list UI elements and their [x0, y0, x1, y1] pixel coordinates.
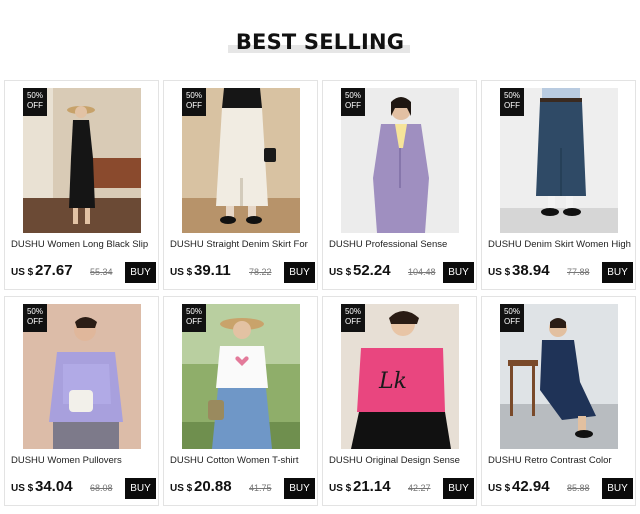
sale-price: 20.88	[194, 478, 232, 495]
discount-badge: 50% OFF	[182, 304, 206, 332]
discount-badge: 50% OFF	[23, 304, 47, 332]
original-price: 77.88	[567, 267, 590, 277]
buy-button[interactable]: BUY	[602, 478, 633, 499]
product-name[interactable]: DUSHU Straight Denim Skirt For	[170, 239, 316, 250]
product-card[interactable]: 50% OFF DUSHU Women Long Black Slip US $ …	[4, 80, 159, 290]
product-card[interactable]: Lk 50% OFF DUSHU Original Design Sense US…	[322, 296, 477, 506]
discount-badge: 50% OFF	[341, 88, 365, 116]
price-row: US $ 27.67 55.34 BUY	[11, 262, 156, 283]
price-row: US $ 39.11 78.22 BUY	[170, 262, 315, 283]
original-price: 42.27	[408, 483, 431, 493]
currency-label: US $	[488, 483, 511, 494]
price-row: US $ 34.04 68.08 BUY	[11, 478, 156, 499]
discount-badge: 50% OFF	[500, 304, 524, 332]
section-header: BEST SELLING	[0, 30, 640, 58]
product-name[interactable]: DUSHU Denim Skirt Women High	[488, 239, 634, 250]
buy-button[interactable]: BUY	[284, 478, 315, 499]
svg-text:Lk: Lk	[378, 369, 407, 394]
product-name[interactable]: DUSHU Women Pullovers	[11, 455, 157, 466]
product-grid: 50% OFF DUSHU Women Long Black Slip US $ …	[4, 80, 637, 506]
product-card[interactable]: 50% OFF DUSHU Cotton Women T-shirt US $ 2…	[163, 296, 318, 506]
sale-price: 27.67	[35, 262, 73, 279]
product-name[interactable]: DUSHU Cotton Women T-shirt	[170, 455, 316, 466]
currency-label: US $	[329, 483, 352, 494]
buy-button[interactable]: BUY	[284, 262, 315, 283]
original-price: 78.22	[249, 267, 272, 277]
product-card[interactable]: 50% OFF DUSHU Women Pullovers US $ 34.04 …	[4, 296, 159, 506]
buy-button[interactable]: BUY	[602, 262, 633, 283]
currency-label: US $	[11, 483, 34, 494]
discount-badge: 50% OFF	[23, 88, 47, 116]
product-name[interactable]: DUSHU Professional Sense	[329, 239, 475, 250]
price-row: US $ 52.24 104.48 BUY	[329, 262, 474, 283]
currency-label: US $	[170, 483, 193, 494]
product-card[interactable]: 50% OFF DUSHU Denim Skirt Women High US $…	[481, 80, 636, 290]
product-card[interactable]: 50% OFF DUSHU Professional Sense US $ 52.…	[322, 80, 477, 290]
buy-button[interactable]: BUY	[443, 478, 474, 499]
sale-price: 52.24	[353, 262, 391, 279]
original-price: 85.88	[567, 483, 590, 493]
product-name[interactable]: DUSHU Women Long Black Slip	[11, 239, 157, 250]
currency-label: US $	[170, 267, 193, 278]
section-title: BEST SELLING	[235, 30, 405, 54]
original-price: 104.48	[408, 267, 436, 277]
original-price: 55.34	[90, 267, 113, 277]
price-row: US $ 42.94 85.88 BUY	[488, 478, 633, 499]
original-price: 41.75	[249, 483, 272, 493]
product-name[interactable]: DUSHU Retro Contrast Color	[488, 455, 634, 466]
buy-button[interactable]: BUY	[125, 478, 156, 499]
product-card[interactable]: 50% OFF DUSHU Straight Denim Skirt For US…	[163, 80, 318, 290]
currency-label: US $	[329, 267, 352, 278]
price-row: US $ 21.14 42.27 BUY	[329, 478, 474, 499]
discount-badge: 50% OFF	[341, 304, 365, 332]
sale-price: 21.14	[353, 478, 391, 495]
original-price: 68.08	[90, 483, 113, 493]
product-card[interactable]: 50% OFF DUSHU Retro Contrast Color US $ 4…	[481, 296, 636, 506]
price-row: US $ 38.94 77.88 BUY	[488, 262, 633, 283]
price-row: US $ 20.88 41.75 BUY	[170, 478, 315, 499]
product-name[interactable]: DUSHU Original Design Sense	[329, 455, 475, 466]
sale-price: 39.11	[194, 262, 231, 279]
sale-price: 38.94	[512, 262, 550, 279]
sale-price: 42.94	[512, 478, 550, 495]
discount-badge: 50% OFF	[182, 88, 206, 116]
buy-button[interactable]: BUY	[443, 262, 474, 283]
discount-badge: 50% OFF	[500, 88, 524, 116]
currency-label: US $	[11, 267, 34, 278]
currency-label: US $	[488, 267, 511, 278]
sale-price: 34.04	[35, 478, 73, 495]
buy-button[interactable]: BUY	[125, 262, 156, 283]
